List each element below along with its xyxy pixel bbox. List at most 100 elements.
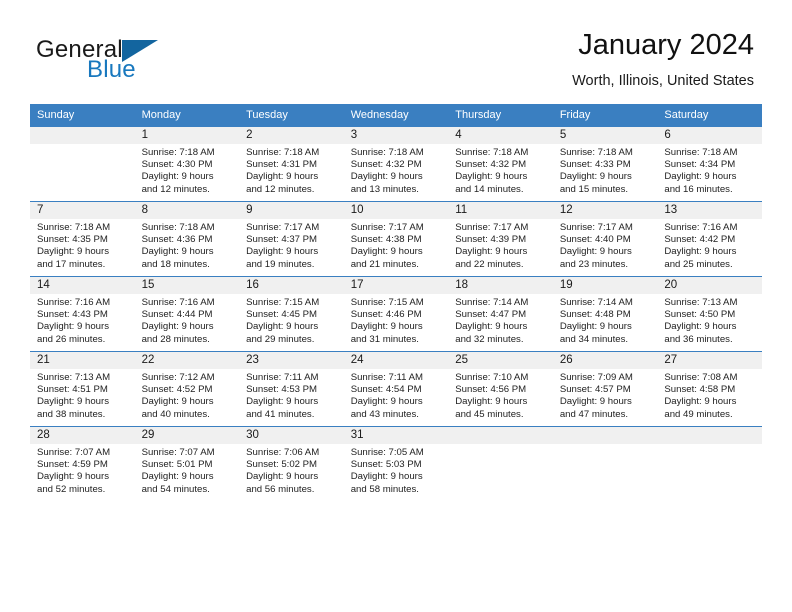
sunset-text: Sunset: 4:32 PM	[455, 159, 527, 171]
sunset-text: Sunset: 4:35 PM	[37, 234, 108, 246]
daylight-text-line1: Daylight: 9 hours	[350, 471, 423, 483]
daylight-text-line1: Daylight: 9 hours	[246, 471, 319, 483]
sunrise-text: Sunrise: 7:10 AM	[455, 372, 529, 383]
daylight-text-line2: and 16 minutes.	[664, 183, 733, 195]
day-cell[interactable]: 17 Sunrise: 7:15 AM Sunset: 4:46 PM Dayl…	[343, 276, 449, 352]
day-cell[interactable]: 13 Sunrise: 7:16 AM Sunset: 4:42 PM Dayl…	[657, 201, 762, 277]
day-details: Sunrise: 7:16 AM Sunset: 4:43 PM Dayligh…	[30, 294, 135, 346]
sunset-text: Sunset: 4:45 PM	[246, 309, 318, 321]
day-cell[interactable]: 21 Sunrise: 7:13 AM Sunset: 4:51 PM Dayl…	[30, 351, 135, 427]
sunrise-text: Sunrise: 7:14 AM	[559, 297, 633, 308]
weekday-header-tuesday: Tuesday	[239, 104, 344, 127]
day-cell[interactable]: 16 Sunrise: 7:15 AM Sunset: 4:45 PM Dayl…	[239, 276, 344, 352]
daylight-text-line2: and 18 minutes.	[141, 258, 210, 270]
daylight-text-line1: Daylight: 9 hours	[141, 321, 214, 333]
day-cell[interactable]: 8 Sunrise: 7:18 AM Sunset: 4:36 PM Dayli…	[134, 201, 240, 277]
daylight-text-line2: and 45 minutes.	[455, 408, 524, 420]
sunset-text: Sunset: 4:54 PM	[350, 384, 422, 396]
daylight-text-line2: and 56 minutes.	[246, 483, 315, 495]
day-details: Sunrise: 7:14 AM Sunset: 4:47 PM Dayligh…	[448, 294, 553, 346]
day-details: Sunrise: 7:18 AM Sunset: 4:32 PM Dayligh…	[344, 144, 449, 196]
day-cell[interactable]: 4 Sunrise: 7:18 AM Sunset: 4:32 PM Dayli…	[448, 126, 553, 202]
sunrise-text: Sunrise: 7:15 AM	[246, 297, 320, 308]
sunset-text: Sunset: 4:58 PM	[664, 384, 736, 396]
day-number: 26	[552, 352, 658, 369]
day-cell[interactable]: 19 Sunrise: 7:14 AM Sunset: 4:48 PM Dayl…	[552, 276, 658, 352]
day-details: Sunrise: 7:14 AM Sunset: 4:48 PM Dayligh…	[553, 294, 658, 346]
daylight-text-line1: Daylight: 9 hours	[455, 246, 528, 258]
day-cell[interactable]: 24 Sunrise: 7:11 AM Sunset: 4:54 PM Dayl…	[343, 351, 449, 427]
sunrise-text: Sunrise: 7:18 AM	[141, 147, 215, 158]
week-row: 14 Sunrise: 7:16 AM Sunset: 4:43 PM Dayl…	[30, 276, 762, 352]
day-cell[interactable]: 12 Sunrise: 7:17 AM Sunset: 4:40 PM Dayl…	[552, 201, 658, 277]
day-cell[interactable]: 6 Sunrise: 7:18 AM Sunset: 4:34 PM Dayli…	[657, 126, 762, 202]
day-details	[553, 444, 658, 447]
day-cell[interactable]: 9 Sunrise: 7:17 AM Sunset: 4:37 PM Dayli…	[239, 201, 344, 277]
daylight-text-line1: Daylight: 9 hours	[455, 171, 528, 183]
day-cell[interactable]	[30, 126, 135, 202]
day-cell[interactable]: 20 Sunrise: 7:13 AM Sunset: 4:50 PM Dayl…	[657, 276, 762, 352]
day-cell[interactable]: 7 Sunrise: 7:18 AM Sunset: 4:35 PM Dayli…	[30, 201, 135, 277]
week-row: 28 Sunrise: 7:07 AM Sunset: 4:59 PM Dayl…	[30, 426, 762, 501]
daylight-text-line2: and 14 minutes.	[455, 183, 524, 195]
daylight-text-line2: and 43 minutes.	[350, 408, 419, 420]
sunset-text: Sunset: 4:31 PM	[246, 159, 318, 171]
day-number: 16	[239, 277, 344, 294]
daylight-text-line2: and 52 minutes.	[37, 483, 106, 495]
daylight-text-line1: Daylight: 9 hours	[141, 471, 214, 483]
day-cell[interactable]: 30 Sunrise: 7:06 AM Sunset: 5:02 PM Dayl…	[239, 426, 344, 501]
day-cell[interactable]: 27 Sunrise: 7:08 AM Sunset: 4:58 PM Dayl…	[657, 351, 762, 427]
sunset-text: Sunset: 4:48 PM	[559, 309, 631, 321]
day-details: Sunrise: 7:17 AM Sunset: 4:40 PM Dayligh…	[553, 219, 658, 271]
sunset-text: Sunset: 5:03 PM	[350, 459, 422, 471]
day-cell[interactable]	[657, 426, 762, 501]
day-number: 20	[657, 277, 762, 294]
sunrise-text: Sunrise: 7:09 AM	[559, 372, 633, 383]
day-number: 5	[552, 127, 658, 144]
daylight-text-line2: and 22 minutes.	[455, 258, 524, 270]
sunset-text: Sunset: 4:37 PM	[246, 234, 318, 246]
daylight-text-line1: Daylight: 9 hours	[37, 396, 109, 408]
day-cell[interactable]: 23 Sunrise: 7:11 AM Sunset: 4:53 PM Dayl…	[239, 351, 344, 427]
day-cell[interactable]: 18 Sunrise: 7:14 AM Sunset: 4:47 PM Dayl…	[448, 276, 553, 352]
day-cell[interactable]	[448, 426, 553, 501]
day-details: Sunrise: 7:16 AM Sunset: 4:44 PM Dayligh…	[135, 294, 240, 346]
day-details: Sunrise: 7:11 AM Sunset: 4:53 PM Dayligh…	[239, 369, 344, 421]
daylight-text-line2: and 32 minutes.	[455, 333, 524, 345]
day-number: 22	[134, 352, 240, 369]
day-number: 29	[134, 427, 240, 444]
day-cell[interactable]: 26 Sunrise: 7:09 AM Sunset: 4:57 PM Dayl…	[552, 351, 658, 427]
day-cell[interactable]: 1 Sunrise: 7:18 AM Sunset: 4:30 PM Dayli…	[134, 126, 240, 202]
day-cell[interactable]: 28 Sunrise: 7:07 AM Sunset: 4:59 PM Dayl…	[30, 426, 135, 501]
day-cell[interactable]: 22 Sunrise: 7:12 AM Sunset: 4:52 PM Dayl…	[134, 351, 240, 427]
daylight-text-line2: and 36 minutes.	[664, 333, 733, 345]
day-details: Sunrise: 7:10 AM Sunset: 4:56 PM Dayligh…	[448, 369, 553, 421]
sunset-text: Sunset: 4:43 PM	[37, 309, 108, 321]
general-blue-logo[interactable]: General Blue	[36, 36, 296, 86]
daylight-text-line2: and 12 minutes.	[246, 183, 315, 195]
sunrise-text: Sunrise: 7:13 AM	[664, 297, 738, 308]
daylight-text-line2: and 41 minutes.	[246, 408, 315, 420]
day-cell[interactable]: 14 Sunrise: 7:16 AM Sunset: 4:43 PM Dayl…	[30, 276, 135, 352]
sunrise-text: Sunrise: 7:18 AM	[455, 147, 529, 158]
daylight-text-line2: and 47 minutes.	[559, 408, 629, 420]
sunrise-text: Sunrise: 7:16 AM	[141, 297, 215, 308]
day-cell[interactable]: 10 Sunrise: 7:17 AM Sunset: 4:38 PM Dayl…	[343, 201, 449, 277]
sunset-text: Sunset: 4:53 PM	[246, 384, 318, 396]
day-cell[interactable]: 2 Sunrise: 7:18 AM Sunset: 4:31 PM Dayli…	[239, 126, 344, 202]
day-cell[interactable]: 25 Sunrise: 7:10 AM Sunset: 4:56 PM Dayl…	[448, 351, 553, 427]
week-row: 1 Sunrise: 7:18 AM Sunset: 4:30 PM Dayli…	[30, 126, 762, 202]
sunrise-text: Sunrise: 7:18 AM	[246, 147, 320, 158]
day-cell[interactable]: 31 Sunrise: 7:05 AM Sunset: 5:03 PM Dayl…	[343, 426, 449, 501]
day-cell[interactable]: 11 Sunrise: 7:17 AM Sunset: 4:39 PM Dayl…	[448, 201, 553, 277]
day-cell[interactable]: 3 Sunrise: 7:18 AM Sunset: 4:32 PM Dayli…	[343, 126, 449, 202]
day-cell[interactable]: 5 Sunrise: 7:18 AM Sunset: 4:33 PM Dayli…	[552, 126, 658, 202]
day-cell[interactable]	[552, 426, 658, 501]
daylight-text-line2: and 28 minutes.	[141, 333, 210, 345]
daylight-text-line1: Daylight: 9 hours	[664, 171, 737, 183]
daylight-text-line2: and 49 minutes.	[664, 408, 733, 420]
day-details: Sunrise: 7:18 AM Sunset: 4:36 PM Dayligh…	[135, 219, 240, 271]
day-details: Sunrise: 7:15 AM Sunset: 4:45 PM Dayligh…	[239, 294, 344, 346]
day-cell[interactable]: 29 Sunrise: 7:07 AM Sunset: 5:01 PM Dayl…	[134, 426, 240, 501]
day-cell[interactable]: 15 Sunrise: 7:16 AM Sunset: 4:44 PM Dayl…	[134, 276, 240, 352]
